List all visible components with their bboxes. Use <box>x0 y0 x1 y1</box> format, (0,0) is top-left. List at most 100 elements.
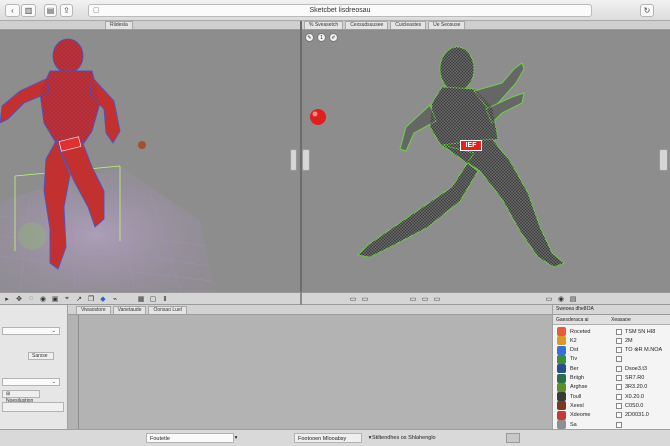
right-panel-title: Sweoea dhe8OA <box>556 306 594 312</box>
button-sarsse-label: Sarsse <box>32 353 48 359</box>
frame-icon[interactable]: ▢ <box>148 294 158 303</box>
gray-character-wireframe <box>358 47 564 267</box>
right-viewport-scene <box>310 46 565 268</box>
button-sarsse[interactable]: Sarsse <box>28 352 54 360</box>
tab-viwaostore[interactable]: Viwaostore <box>76 306 111 314</box>
right-viewport-collapse-handle[interactable] <box>659 149 668 171</box>
address-bar[interactable]: ▢ Sketcbet lisdreosau <box>88 4 592 17</box>
record-right-icon[interactable]: ◉ <box>556 294 566 303</box>
tab-cexsudsuusee[interactable]: Cexsudsuusee <box>345 21 389 29</box>
chevron-down-icon: ⌄ <box>51 379 56 385</box>
property-checkbox[interactable] <box>616 421 622 428</box>
left-viewport-toolbar: ▸ ✥ ◌ ◉ ▣ ⌖ ↗ ❐ ◆ ⌁ ▦ ▢ Ⅱ <box>0 292 300 305</box>
arrow-icon[interactable]: ↗ <box>74 294 84 303</box>
record-icon[interactable]: ◉ <box>38 294 48 303</box>
cube-icon[interactable]: ◆ <box>98 294 108 303</box>
ball-object[interactable] <box>138 141 146 149</box>
zoom-icon[interactable]: ▭ <box>348 294 358 303</box>
shade-icon[interactable]: ▭ <box>408 294 418 303</box>
subtab-2[interactable]: Xeasaoe <box>611 317 631 323</box>
grid-icon[interactable]: ▦ <box>136 294 146 303</box>
tab-oonsao-luel[interactable]: Oonsao Luel <box>148 306 187 314</box>
share-button[interactable]: ⇪ <box>60 4 73 17</box>
status-item-4-label: Stiltendhes os Shlahenglo <box>372 435 436 441</box>
tab-label: Vanetaude <box>117 307 142 313</box>
property-list: Roceted TSM 5N HI8 K2 2M Dst TO ⊗R M.NOA Tiv Be… <box>553 325 670 429</box>
right-properties-panel: Sweoea dhe8OA Gaesderaca ai Xeasaoe Roce… <box>552 305 670 429</box>
display-icon[interactable]: ▭ <box>544 294 554 303</box>
tabs-button[interactable]: ▤ <box>44 4 57 17</box>
status-arrow-icon[interactable]: ▾ <box>232 433 240 443</box>
wire-icon[interactable]: ▭ <box>360 294 370 303</box>
tab-left-viewport-label: Riidesla <box>110 22 128 28</box>
bone-icon[interactable]: ⌁ <box>110 294 120 303</box>
left-viewport-scene <box>0 38 215 292</box>
view-icon[interactable]: ▤ <box>568 294 578 303</box>
left-properties-panel: ⌄ Sarsse ⌄ ⊞ Noesilustion <box>0 305 68 429</box>
subtab-1[interactable]: Gaesderaca ai <box>556 317 589 323</box>
light-icon[interactable]: ▭ <box>420 294 430 303</box>
reload-icon: ↻ <box>643 6 651 15</box>
property-label: Sa <box>570 421 577 428</box>
gear-icon: ⊞ <box>6 391 11 397</box>
button-noesilustion[interactable]: ⊞ Noesilustion <box>2 390 40 404</box>
status-toggle[interactable] <box>506 433 520 443</box>
lasso-tool-icon[interactable]: ◌ <box>26 294 36 303</box>
tab-label: Cuicleastes <box>395 22 422 28</box>
tab-seosuse[interactable]: Ue Seosuse <box>428 21 466 29</box>
sidebar-toggle-button[interactable]: ▥ <box>21 4 36 17</box>
timeline-area[interactable] <box>68 315 552 429</box>
tabs-icon: ▤ <box>46 6 55 15</box>
right-viewport-tab-row: % Sveasetch Cexsudsuusee Cuicleastes Ue … <box>302 21 670 30</box>
status-item-1[interactable]: Foutetle <box>146 433 234 443</box>
window-title-bar: ‹ ▥ ▤ ⇪ ▢ Sketcbet lisdreosau ↻ <box>0 0 670 21</box>
right-viewport-left-handle[interactable] <box>302 149 310 171</box>
right-panel-header: Sweoea dhe8OA <box>553 305 670 315</box>
chevron-down-icon: ⌄ <box>51 328 56 334</box>
tab-cuicleastes[interactable]: Cuicleastes <box>390 21 427 29</box>
pin-icon[interactable]: ⌖ <box>62 294 72 303</box>
render-icon[interactable]: ▭ <box>432 294 442 303</box>
tab-label: % Sveasetch <box>309 22 339 28</box>
lock-icon: ▢ <box>93 7 100 14</box>
right-viewport-tools: ✎ 1 ✐ <box>305 33 338 42</box>
property-icon <box>557 420 566 429</box>
timeline-divider <box>78 315 79 429</box>
reload-button[interactable]: ↻ <box>640 4 654 17</box>
select-tool-icon[interactable]: ▸ <box>2 294 12 303</box>
dropdown-1[interactable]: ⌄ <box>2 327 60 335</box>
chest-logo-right: IEF <box>460 140 482 151</box>
dropdown-2[interactable]: ⌄ <box>2 378 60 386</box>
camera-icon[interactable]: ▣ <box>50 294 60 303</box>
red-orb-object[interactable] <box>310 109 326 125</box>
status-item-1-label: Foutetle <box>150 436 170 442</box>
left-viewport-tab-row: Riidesla <box>0 21 300 30</box>
button-blank[interactable] <box>2 402 64 412</box>
tab-label: Ue Seosuse <box>433 22 461 28</box>
back-button[interactable]: ‹ <box>5 4 20 17</box>
move-tool-icon[interactable]: ✥ <box>14 294 24 303</box>
tab-vanetaude[interactable]: Vanetaude <box>112 306 147 314</box>
right-viewport[interactable]: ✎ 1 ✐ IEF <box>302 31 670 292</box>
red-character-wireframe <box>40 39 100 143</box>
tab-label: Cexsudsuusee <box>350 22 384 28</box>
status-item-3[interactable]: Footooen Mlooabsy <box>294 433 362 443</box>
tab-sweasetch[interactable]: % Sveasetch <box>304 21 344 29</box>
layers-icon[interactable]: ❐ <box>86 294 96 303</box>
status-item-4: Stiltendhes os Shlahenglo <box>372 433 450 443</box>
pencil-tool-icon[interactable]: ✎ <box>305 33 314 42</box>
status-bar: Foutetle ▾ Footooen Mlooabsy ▾ Stiltendh… <box>0 429 670 446</box>
pause-icon[interactable]: Ⅱ <box>160 294 170 303</box>
number-tool-icon[interactable]: 1 <box>317 33 326 42</box>
status-item-3-label: Footooen Mlooabsy <box>298 436 347 442</box>
right-panel-subtabs: Gaesderaca ai Xeasaoe <box>553 315 670 325</box>
tab-left-viewport[interactable]: Riidesla <box>105 21 133 29</box>
tab-label: Viwaostore <box>81 307 106 313</box>
right-viewport-toolbar: ▭ ▭ ▭ ▭ ▭ ▭ ◉ ▤ <box>302 292 670 305</box>
brush-tool-icon[interactable]: ✐ <box>329 33 338 42</box>
gizmo-sphere[interactable] <box>18 222 46 250</box>
share-icon: ⇪ <box>63 6 70 15</box>
left-viewport-collapse-handle[interactable] <box>290 149 297 171</box>
tab-label: Oonsao Luel <box>153 307 182 313</box>
left-viewport[interactable] <box>0 31 300 292</box>
